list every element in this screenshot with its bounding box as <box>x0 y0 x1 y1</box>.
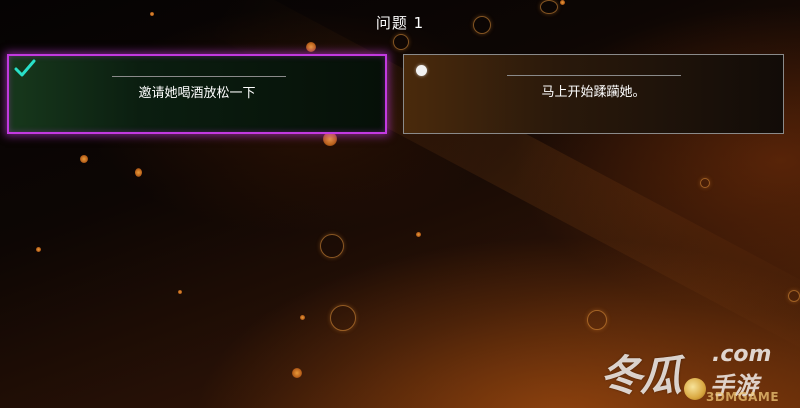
option-divider <box>507 75 681 76</box>
dialog-option-2[interactable]: 马上开始蹂躏她。 <box>403 54 784 134</box>
ember-particle <box>135 168 142 177</box>
ember-particle <box>306 42 316 52</box>
ember-particle <box>36 247 41 252</box>
dialog-option-1[interactable]: 邀请她喝酒放松一下 <box>7 54 387 134</box>
option-label: 马上开始蹂躏她。 <box>541 85 646 100</box>
watermark-domain: .com <box>712 342 772 367</box>
bubble-particle <box>320 234 344 258</box>
site-watermark: 冬瓜 .com 手游 3DMGAME <box>598 338 798 408</box>
ember-particle <box>300 315 305 320</box>
ember-particle <box>80 155 88 163</box>
checkmark-icon <box>14 59 36 77</box>
watermark-brand-main: 冬瓜 <box>600 351 682 400</box>
bubble-particle <box>330 305 356 331</box>
option-divider <box>112 76 286 77</box>
radio-dot-icon <box>416 65 427 76</box>
ember-particle <box>178 290 182 294</box>
question-title: 问题 1 <box>375 14 425 32</box>
bubble-particle <box>700 178 710 188</box>
mascot-icon <box>684 378 706 400</box>
ember-particle <box>416 232 421 237</box>
option-label: 邀请她喝酒放松一下 <box>138 86 256 101</box>
watermark-site: 3DMGAME <box>706 390 780 404</box>
bubble-particle <box>788 290 800 302</box>
ember-particle <box>560 0 565 5</box>
bubble-particle <box>393 34 409 50</box>
game-dialog-scene: 问题 1 邀请她喝酒放松一下 马上开始蹂躏她。 冬瓜 .com 手游 3DMGA… <box>0 0 800 408</box>
ember-particle <box>292 368 302 378</box>
ember-particle <box>323 132 337 146</box>
bubble-particle <box>587 310 607 330</box>
